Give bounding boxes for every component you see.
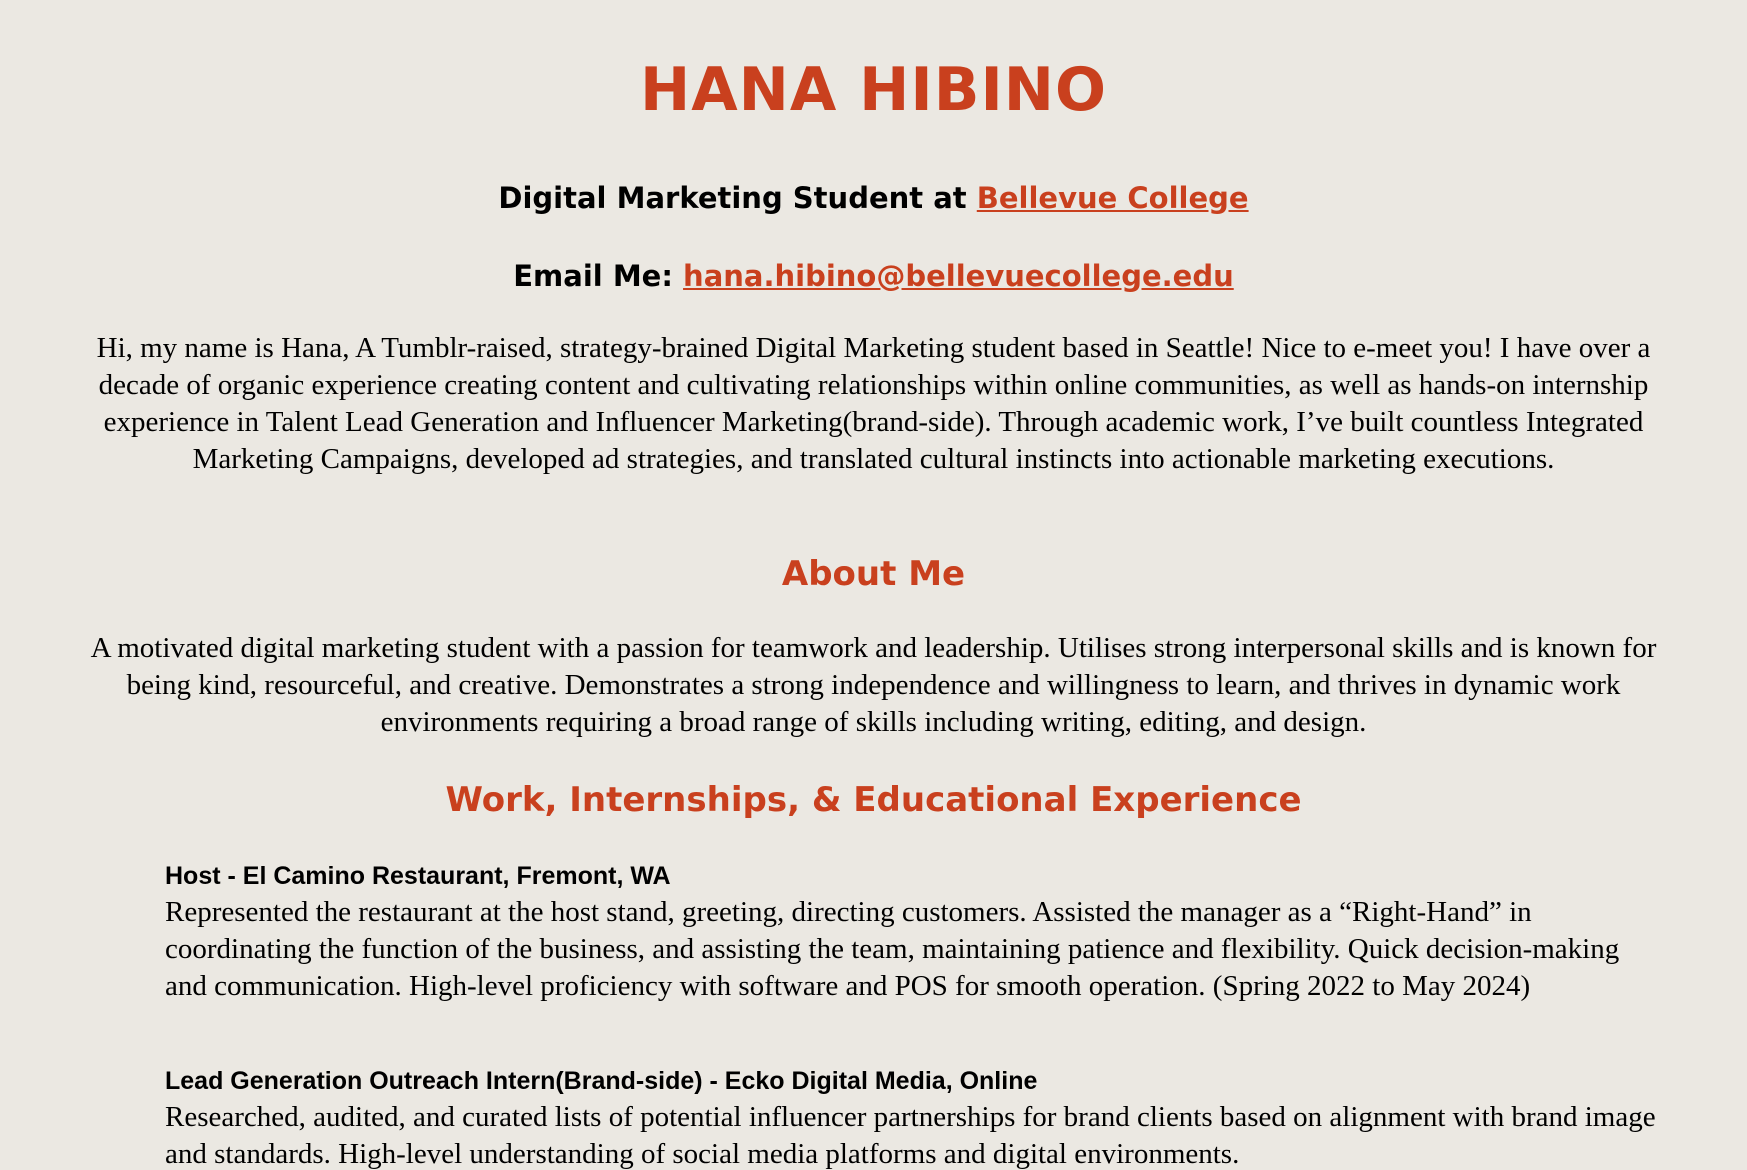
resume-page: HANA HIBINO Digital Marketing Student at…: [0, 0, 1747, 1170]
email-line: Email Me: hana.hibino@bellevuecollege.ed…: [0, 256, 1747, 296]
tagline-prefix: Digital Marketing Student at: [498, 181, 977, 215]
email-label: Email Me:: [513, 259, 684, 293]
tagline: Digital Marketing Student at Bellevue Co…: [0, 178, 1747, 218]
job-entry-lead-generation: Lead Generation Outreach Intern(Brand-si…: [165, 1065, 1665, 1170]
job-description: Researched, audited, and curated lists o…: [165, 1101, 1656, 1170]
job-title: Lead Generation Outreach Intern(Brand-si…: [165, 1067, 1038, 1095]
college-link[interactable]: Bellevue College: [977, 181, 1249, 215]
job-entry-host: Host - El Camino Restaurant, Fremont, WA…: [165, 860, 1665, 1005]
experience-heading: Work, Internships, & Educational Experie…: [445, 780, 1302, 820]
job-description: Represented the restaurant at the host s…: [165, 896, 1620, 1002]
intro-paragraph: Hi, my name is Hana, A Tumblr-raised, st…: [96, 332, 1651, 475]
about-heading: About Me: [781, 554, 966, 594]
email-link[interactable]: hana.hibino@bellevuecollege.edu: [683, 259, 1234, 293]
page-title: HANA HIBINO: [639, 55, 1107, 125]
job-title: Host - El Camino Restaurant, Fremont, WA: [165, 862, 671, 890]
about-paragraph: A motivated digital marketing student wi…: [90, 632, 1657, 738]
